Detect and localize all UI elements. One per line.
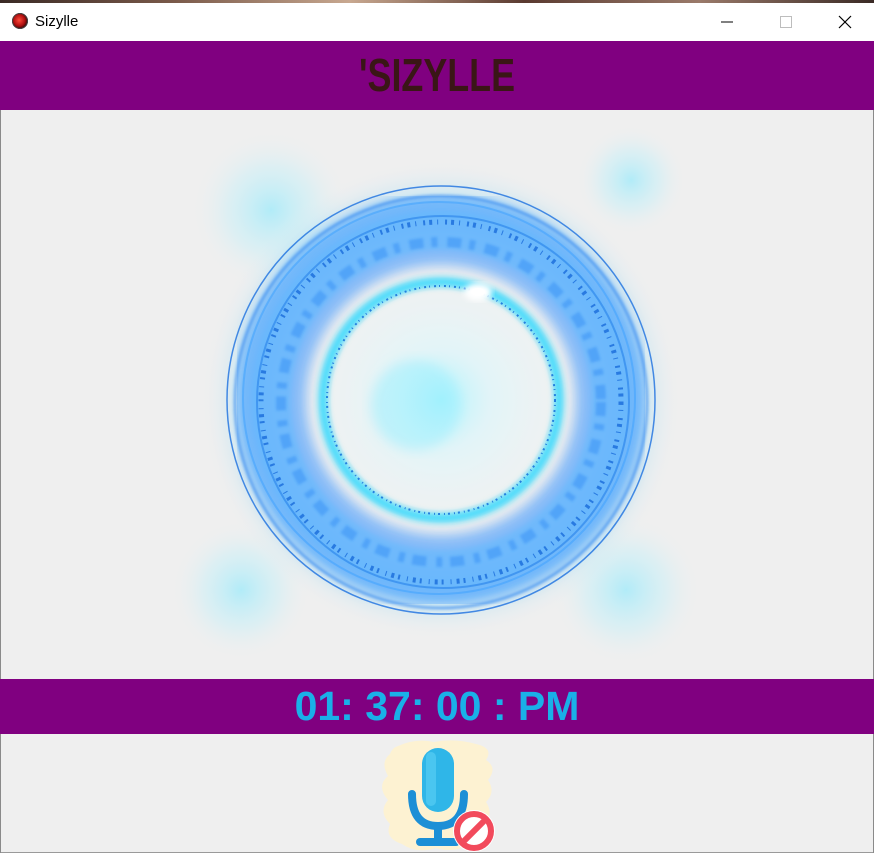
window-title: Sizylle: [35, 13, 79, 30]
minimize-button[interactable]: [698, 3, 756, 41]
app-header: 'SIZYLLE: [0, 41, 874, 110]
orb-highlight-core: [471, 288, 485, 296]
title-bar[interactable]: Sizylle: [0, 3, 874, 41]
microphone-muted-button[interactable]: [376, 738, 500, 853]
orb-core-glow: [371, 360, 461, 450]
app-window: Sizylle 'SIZYLLE 01: 37: 00: PM: [0, 0, 874, 853]
energy-orb-visualizer: [1, 110, 873, 679]
app-icon: [12, 13, 28, 29]
close-icon: [838, 15, 852, 29]
clock-bar: 01: 37: 00 : PM: [0, 679, 874, 734]
maximize-button[interactable]: [757, 3, 815, 41]
maximize-icon: [780, 16, 792, 28]
energy-orb-image: [171, 125, 701, 665]
microphone-muted-icon: [382, 740, 495, 852]
brand-title: 'SIZYLLE: [358, 49, 516, 101]
clock-display: 01: 37: 00 : PM: [294, 683, 580, 729]
close-button[interactable]: [816, 3, 874, 41]
minimize-icon: [721, 21, 733, 23]
